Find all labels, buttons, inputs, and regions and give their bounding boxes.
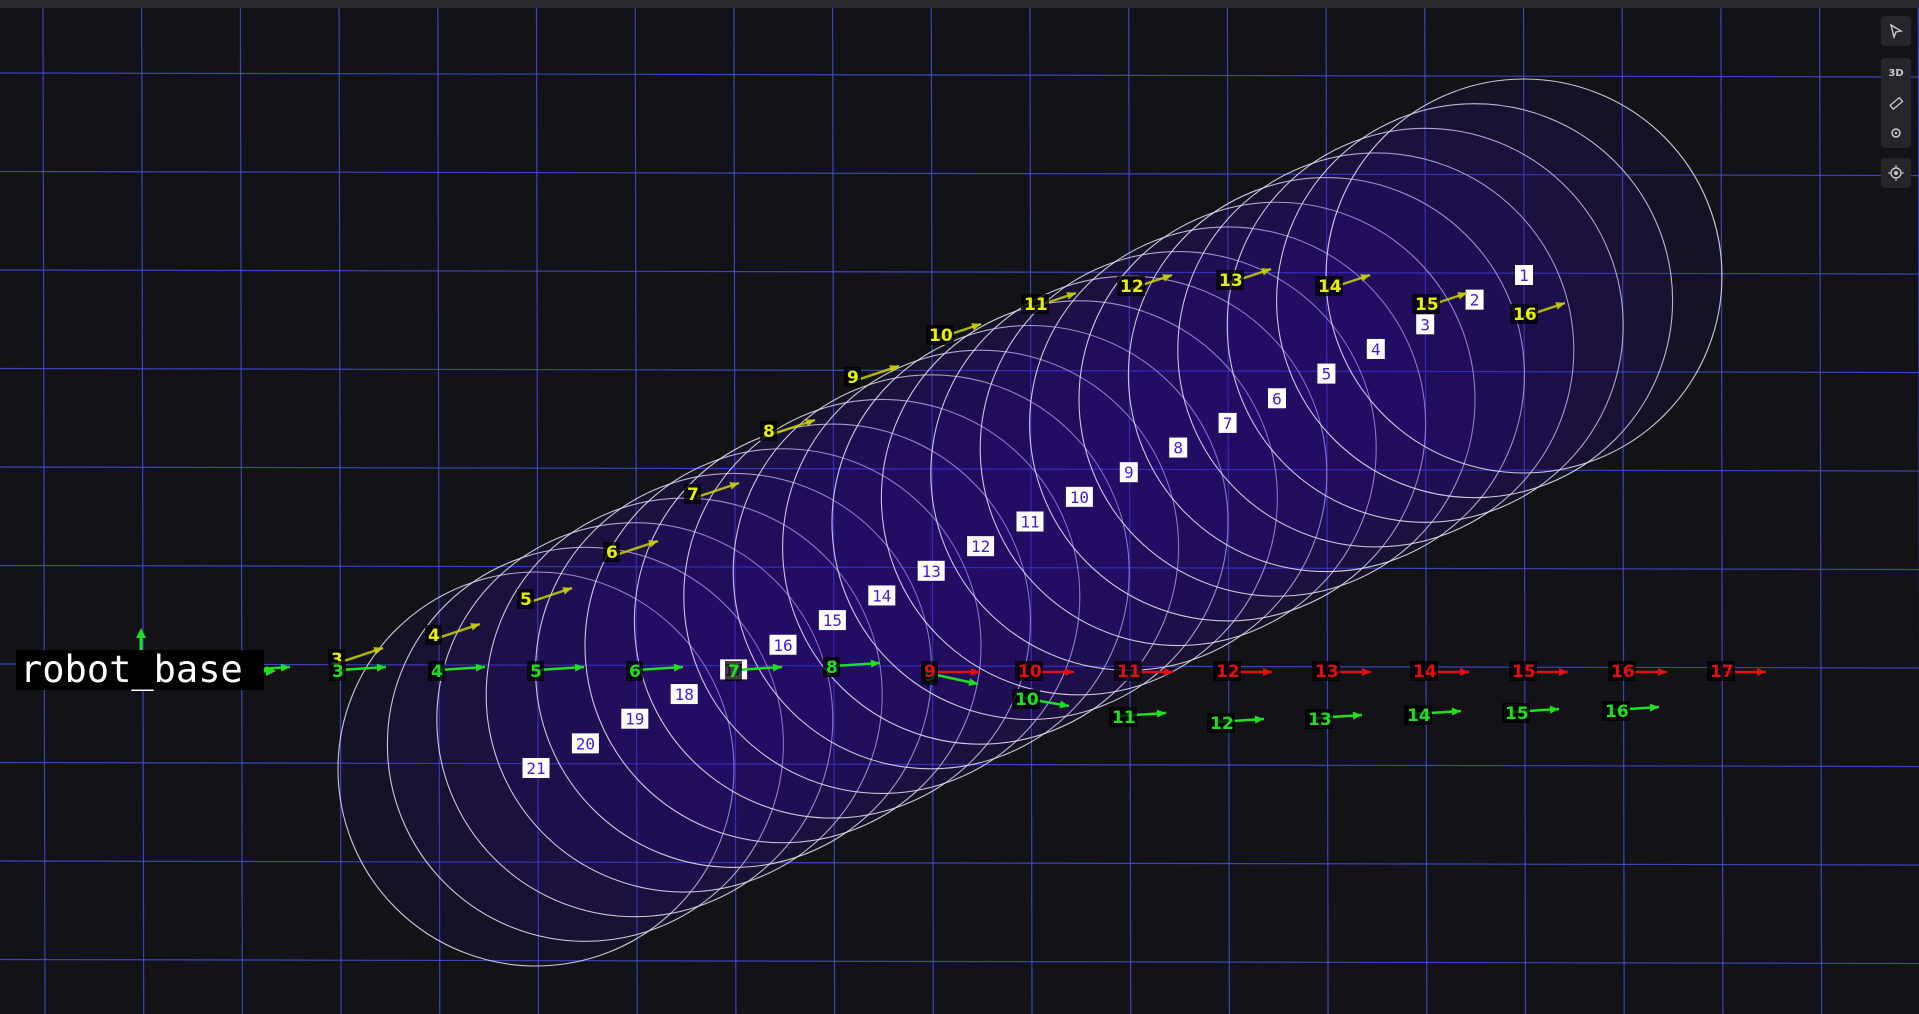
pose-arrow-head	[1451, 707, 1461, 716]
grid-line-h	[0, 958, 1919, 965]
grid-line-v	[239, 7, 243, 1014]
pose-label: 16	[1605, 702, 1629, 722]
pose-label: 8	[763, 422, 775, 442]
pose-arrow-head	[1658, 668, 1667, 676]
grid-line-h	[0, 860, 1919, 866]
pose-arrow-head	[1352, 711, 1362, 720]
footprint-label: 13	[922, 562, 941, 581]
footprint-label: 7	[1223, 414, 1233, 433]
pose-arrow-head	[1549, 705, 1559, 714]
pointer-icon[interactable]	[1881, 16, 1911, 46]
pose-label: 11	[1024, 295, 1048, 315]
pose-label: 10	[929, 326, 953, 346]
pose-label: 9	[924, 662, 936, 682]
pose-label: 10	[1015, 690, 1039, 710]
pose-label: 11	[1112, 708, 1136, 728]
footprint-label: 5	[1322, 365, 1332, 384]
pose-label: 11	[1117, 662, 1141, 682]
pose-label: 13	[1308, 710, 1332, 730]
frame-label-text: robot_base	[20, 648, 243, 692]
footprint-label: 8	[1173, 439, 1183, 458]
footprint-label: 9	[1124, 463, 1134, 482]
pose-arrow-head	[1649, 703, 1659, 712]
pose-label: 14	[1413, 662, 1437, 682]
3d-viewport[interactable]: 123456789101112131415161718192021 345678…	[0, 0, 1919, 1014]
grid-line-v	[1818, 7, 1823, 1014]
pose-label: 8	[826, 658, 838, 678]
pose-label: 12	[1210, 714, 1234, 734]
pose-arrow-head	[1559, 668, 1568, 676]
cog-icon[interactable]	[1881, 118, 1911, 148]
pose-label: 12	[1216, 662, 1240, 682]
pose-arrow-head	[1460, 668, 1469, 676]
pose-label: 14	[1407, 706, 1431, 726]
pose-label: 15	[1415, 295, 1439, 315]
pose-label: 5	[530, 662, 542, 682]
pose-label: 4	[428, 626, 440, 646]
pose-label: 16	[1611, 662, 1635, 682]
footprint-label: 12	[971, 537, 990, 556]
footprint-label: 16	[773, 636, 792, 655]
footprint-label: 18	[675, 685, 694, 704]
pose-label: 6	[629, 662, 641, 682]
grid-line-v	[42, 7, 46, 1014]
toolbar-follow	[1881, 158, 1911, 188]
frame-label: robot_base	[16, 648, 264, 692]
pose-label: 16	[1513, 305, 1537, 325]
pose-arrow-head	[1362, 668, 1371, 676]
footprint-label: 1	[1519, 266, 1529, 285]
pose-arrow-head	[1156, 709, 1166, 718]
footprint-label: 4	[1371, 340, 1381, 359]
pose-label: 15	[1505, 704, 1529, 724]
footprint-label: 21	[526, 759, 545, 778]
footprint-label: 3	[1420, 315, 1430, 334]
pose-label: 3	[332, 662, 344, 682]
pose-label: 12	[1120, 277, 1144, 297]
pose-arrow-head	[1254, 715, 1264, 724]
toolbar-top	[1881, 16, 1911, 46]
toolbar-tools: 3D	[1881, 58, 1911, 148]
pose-label: 13	[1219, 271, 1243, 291]
pose-label: 6	[606, 543, 618, 563]
footprint-label: 19	[625, 710, 644, 729]
pose-label: 17	[1710, 662, 1734, 682]
pose-label: 4	[431, 662, 443, 682]
grid-line-v	[141, 7, 145, 1014]
grid-line-v	[338, 7, 342, 1014]
pose-arrow-head	[1757, 668, 1766, 676]
pose-label: 7	[728, 662, 740, 682]
footprint-label: 10	[1070, 488, 1089, 507]
footprint-label: 6	[1272, 389, 1282, 408]
pose-label: 13	[1315, 662, 1339, 682]
pose-label: 14	[1318, 277, 1342, 297]
grid-line-h	[0, 72, 1919, 78]
pose-label: 10	[1018, 662, 1042, 682]
crosshair-icon[interactable]	[1881, 158, 1911, 188]
grid-line-v	[1720, 7, 1724, 1014]
footprint-label: 14	[872, 586, 891, 605]
pose-label: 9	[847, 368, 859, 388]
pose-arrow-head	[1263, 668, 1272, 676]
footprint-label: 2	[1470, 291, 1480, 310]
pose-label: 15	[1512, 662, 1536, 682]
pose-label: 7	[687, 485, 699, 505]
pose-label: 5	[520, 590, 532, 610]
footprint-label: 15	[823, 611, 842, 630]
footprint-label: 20	[576, 734, 595, 753]
view-mode-3d-button[interactable]: 3D	[1881, 58, 1911, 88]
ruler-icon[interactable]	[1881, 88, 1911, 118]
footprint-label: 11	[1020, 513, 1039, 532]
